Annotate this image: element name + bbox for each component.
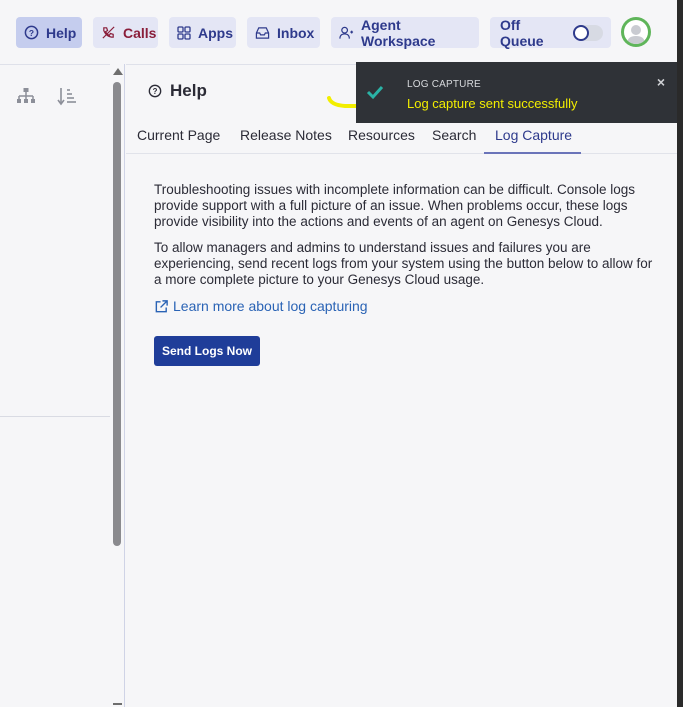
left-pane [0,64,110,707]
queue-toggle-knob [573,24,590,41]
log-capture-paragraph-1: Troubleshooting issues with incomplete i… [154,182,636,229]
calls-button[interactable]: Calls [93,17,158,48]
toast-message: Log capture sent successfully [407,96,578,111]
agent-workspace-label: Agent Workspace [361,16,436,49]
inbox-button-label: Inbox [277,24,315,41]
queue-status-label: Off Queue [500,16,544,49]
help-circle-icon: ? [24,25,39,40]
close-icon[interactable]: × [657,74,665,90]
help-circle-icon: ? [148,84,162,98]
queue-toggle[interactable] [573,24,603,41]
vertical-scrollbar[interactable] [110,64,125,707]
help-panel: ? Help Current Page Release Notes Resour… [126,64,677,707]
inbox-tray-icon [255,26,270,39]
log-capture-paragraph-2: To allow managers and admins to understa… [154,240,653,287]
svg-text:?: ? [29,28,34,38]
help-tabs: Current Page Release Notes Resources Sea… [126,122,677,154]
apps-button[interactable]: Apps [169,17,236,48]
help-button-label: Help [46,24,77,41]
svg-text:?: ? [153,87,158,96]
window-edge [677,0,683,707]
left-pane-divider [0,416,110,417]
apps-button-label: Apps [198,24,233,41]
scrollbar-thumb[interactable] [113,82,121,546]
user-avatar-icon [624,20,648,44]
external-link-icon [155,299,168,312]
send-logs-button[interactable]: Send Logs Now [154,336,260,366]
sort-descending-icon[interactable] [57,86,77,106]
learn-more-link-label: Learn more about log capturing [173,298,368,314]
phone-slash-icon [102,26,115,39]
scroll-up-arrow-icon[interactable] [113,68,123,75]
check-icon [366,85,384,100]
active-tab-indicator [484,152,581,154]
avatar[interactable] [621,17,651,47]
queue-status-control[interactable]: Off Queue [490,16,611,49]
tab-resources[interactable]: Resources [348,122,415,154]
help-panel-header: ? Help [148,81,207,101]
hierarchy-icon[interactable] [16,87,36,105]
help-button[interactable]: ? Help [16,17,82,48]
apps-grid-icon [177,25,191,40]
tab-current-page[interactable]: Current Page [137,122,220,154]
tab-log-capture[interactable]: Log Capture [495,122,572,154]
learn-more-link[interactable]: Learn more about log capturing [154,298,654,314]
scroll-down-arrow-icon[interactable] [113,703,122,705]
calls-button-label: Calls [123,24,157,41]
log-capture-content: Troubleshooting issues with incomplete i… [154,182,654,314]
tab-search[interactable]: Search [432,122,476,154]
agent-workspace-button[interactable]: Agent Workspace [331,16,479,49]
toast-heading: LOG CAPTURE [407,79,481,90]
toast-notification: LOG CAPTURE Log capture sent successfull… [356,62,679,123]
help-panel-title: Help [170,81,207,100]
tab-release-notes[interactable]: Release Notes [240,122,332,154]
inbox-button[interactable]: Inbox [247,17,320,48]
agent-person-icon [339,26,354,39]
top-toolbar: ? Help Calls Apps Inbox Agent Workspace … [0,0,677,64]
